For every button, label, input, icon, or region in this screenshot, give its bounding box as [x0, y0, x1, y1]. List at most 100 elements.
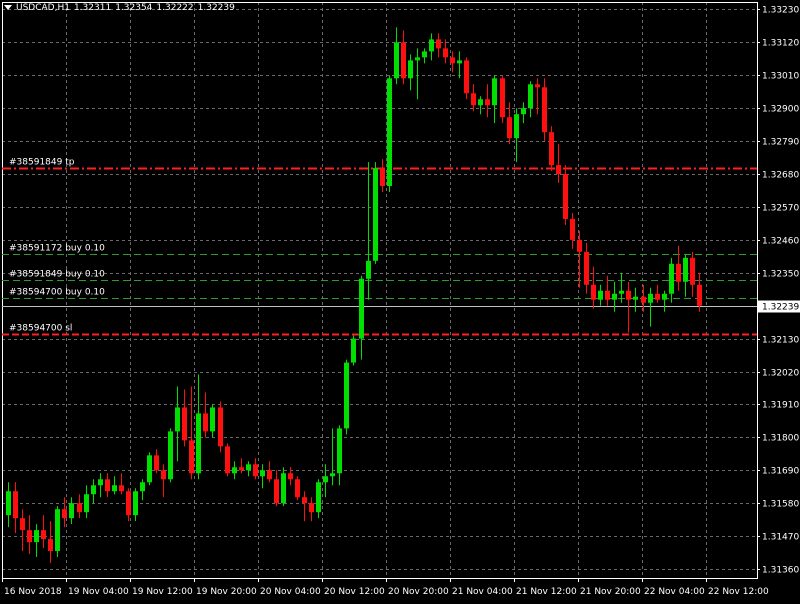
candle-body-bear	[380, 168, 385, 187]
candle-body-bull	[6, 491, 11, 516]
candle-body-bull	[669, 263, 674, 294]
candle-body-bear	[119, 485, 124, 492]
candle-body-bear	[77, 503, 82, 513]
time-tick-label: 21 Nov 12:00	[516, 587, 577, 597]
open-value: 1.32311	[73, 3, 112, 13]
candle-body-bear	[485, 99, 490, 106]
level-label: #38591172 buy 0.10	[9, 244, 105, 254]
candle-body-bull	[168, 431, 173, 480]
time-tick-label: 16 Nov 2018	[4, 587, 62, 597]
candle-body-bull	[344, 362, 349, 429]
price-tick-label: 1.31800	[762, 434, 799, 444]
chart-header: USDCAD,H1 1.32311 1.32354 1.32222 1.32239	[4, 3, 239, 13]
time-tick-label: 20 Nov 12:00	[324, 587, 385, 597]
candle-body-bull	[359, 278, 364, 339]
candle-body-bull	[260, 470, 265, 477]
candle-body-bull	[415, 57, 420, 61]
plot-frame	[2, 2, 758, 579]
price-tick-label: 1.33230	[762, 6, 799, 16]
high-value: 1.32354	[115, 3, 153, 13]
candle-body-bull	[133, 491, 138, 516]
time-tick-label: 19 Nov 20:00	[196, 587, 257, 597]
candle-body-bull	[648, 293, 653, 303]
candle-body-bull	[366, 260, 371, 279]
candle-body-bull	[246, 464, 251, 471]
candle-body-bear	[309, 503, 314, 513]
level-label: #38594700 buy 0.10	[9, 288, 105, 298]
candle-body-bull	[69, 503, 74, 519]
candle-body-bear	[626, 290, 631, 300]
candle-body-bear	[48, 539, 53, 552]
candle-body-bull	[619, 290, 624, 294]
candle-body-bear	[443, 48, 448, 58]
time-tick-label: 22 Nov 04:00	[644, 587, 705, 597]
candle-body-bull	[196, 413, 201, 474]
candle-body-bull	[330, 473, 335, 477]
candle-body-bull	[91, 485, 96, 495]
time-tick-label: 20 Nov 04:00	[260, 587, 321, 597]
candle-body-bull	[147, 455, 152, 483]
candle-body-bear	[655, 293, 660, 300]
candle-body-bull	[521, 108, 526, 115]
candle-body-bull	[175, 407, 180, 432]
candle-body-bear	[27, 530, 32, 543]
time-tick-label: 20 Nov 20:00	[388, 587, 449, 597]
candle-body-bear	[154, 455, 159, 471]
candle-body-bear	[450, 57, 455, 64]
price-tick-label: 1.32790	[762, 138, 799, 148]
candle-body-bull	[316, 482, 321, 513]
chart-svg[interactable]: #38591849 tp #38591172 buy 0.10 #38591849 …	[0, 0, 800, 600]
candle-body-bear	[500, 78, 505, 118]
candle-body-bear	[605, 290, 610, 300]
time-tick-label: 22 Nov 12:00	[708, 587, 769, 597]
candle-body-bull	[34, 530, 39, 543]
dropdown-triangle-icon[interactable]	[4, 5, 12, 10]
candle-body-bull	[55, 509, 60, 552]
candle-body-bear	[288, 473, 293, 480]
candle-body-bear	[225, 446, 230, 474]
candle-body-bull	[232, 467, 237, 474]
candle-body-bear	[218, 407, 223, 447]
candle-body-bull	[84, 494, 89, 513]
price-tick-label: 1.32680	[762, 171, 799, 181]
candle-body-bull	[337, 428, 342, 474]
current-price-label: 1.32239	[762, 303, 799, 313]
candle-body-bull	[598, 290, 603, 300]
candle-body-bear	[161, 470, 166, 480]
price-tick-label: 1.31580	[762, 500, 799, 510]
candle-body-bear	[507, 117, 512, 139]
price-tick-label: 1.31470	[762, 533, 799, 543]
level-label: #38591849 tp	[9, 158, 75, 168]
candle-body-bear	[295, 479, 300, 498]
time-tick-label: 19 Nov 04:00	[68, 587, 129, 597]
candle-body-bull	[612, 293, 617, 300]
candle-body-bull	[633, 296, 638, 300]
candle-body-bear	[13, 491, 18, 519]
candle-body-bear	[570, 218, 575, 240]
price-tick-label: 1.32570	[762, 204, 799, 214]
candle-body-bear	[41, 530, 46, 540]
candle-body-bear	[690, 257, 695, 285]
candle-body-bull	[210, 407, 215, 432]
candle-body-bear	[182, 407, 187, 441]
candle-body-bear	[549, 132, 554, 166]
price-tick-label: 1.32460	[762, 237, 799, 247]
price-tick-label: 1.32350	[762, 270, 799, 280]
candle-body-bear	[274, 479, 279, 504]
candle-body-bear	[641, 296, 646, 303]
candle-body-bear	[62, 509, 67, 519]
candle-body-bull	[514, 114, 519, 139]
price-chart[interactable]: #38591849 tp #38591172 buy 0.10 #38591849 …	[0, 0, 800, 600]
low-value: 1.32222	[156, 3, 194, 13]
candle-body-bear	[584, 251, 589, 285]
price-tick-label: 1.32020	[762, 369, 799, 379]
candle-body-bear	[542, 87, 547, 133]
candle-body-bull	[281, 473, 286, 504]
candle-body-bear	[471, 93, 476, 106]
candle-body-bear	[302, 497, 307, 504]
candle-body-bull	[112, 485, 117, 492]
candle-body-bull	[98, 479, 103, 486]
price-tick-label: 1.31360	[762, 566, 799, 576]
candle-body-bear	[591, 284, 596, 300]
time-tick-label: 19 Nov 12:00	[132, 587, 193, 597]
